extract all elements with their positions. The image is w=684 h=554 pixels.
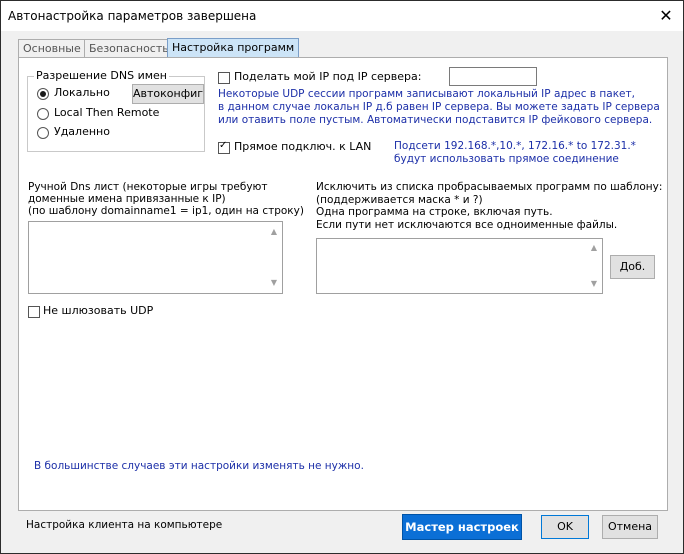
- radio-dns-local-label[interactable]: Локально: [54, 86, 110, 99]
- direct-lan-label[interactable]: Прямое подключ. к LAN: [234, 140, 371, 153]
- radio-dns-local[interactable]: [37, 88, 49, 100]
- dns-list-caption: Ручной Dns лист (некоторые игры требуют …: [28, 181, 304, 217]
- exclude-caption-line: (поддерживается маска * и ?): [316, 193, 483, 206]
- scroll-down-icon[interactable]: ▼: [588, 278, 600, 290]
- lan-note: Подсети 192.168.*,10.*, 172.16.* to 172.…: [394, 140, 636, 166]
- dns-list-textarea[interactable]: ▲ ▼: [28, 221, 283, 294]
- exclude-textarea[interactable]: ▲ ▼: [316, 238, 603, 294]
- autoconfig-button[interactable]: Автоконфиг: [132, 84, 204, 104]
- title-bar: Автонастройка параметров завершена ✕: [1, 1, 683, 31]
- settings-hint: В большинстве случаев эти настройки изме…: [34, 460, 364, 472]
- tab-security[interactable]: Безопасность: [84, 39, 174, 58]
- cancel-button[interactable]: Отмена: [602, 515, 658, 539]
- share-ip-description: Некоторые UDP сессии программ записывают…: [218, 88, 660, 127]
- no-udp-checkbox[interactable]: [28, 306, 40, 318]
- exclude-caption: Исключить из списка пробрасываемых прогр…: [316, 181, 662, 231]
- dns-list-caption-line: доменные имена привязанные к IP): [28, 193, 226, 205]
- dns-resolution-group: Разрешение DNS имен Локально Local Then …: [27, 69, 205, 152]
- radio-dns-local-then-remote[interactable]: [37, 108, 49, 120]
- setup-wizard-button[interactable]: Мастер настроек: [402, 514, 522, 540]
- dns-list-caption-line: (по шаблону domainname1 = ip1, один на с…: [28, 205, 304, 217]
- share-ip-label[interactable]: Поделать мой IP под IP сервера:: [234, 70, 421, 83]
- ok-button[interactable]: OK: [541, 515, 589, 539]
- lan-note-line: Подсети 192.168.*,10.*, 172.16.* to 172.…: [394, 140, 636, 152]
- window-title: Автонастройка параметров завершена: [8, 9, 257, 23]
- dns-group-title: Разрешение DNS имен: [34, 69, 169, 82]
- exclude-caption-line: Если пути нет исключаются все одноименны…: [316, 218, 618, 231]
- dns-list-caption-line: Ручной Dns лист (некоторые игры требуют: [28, 181, 268, 193]
- radio-dns-remote[interactable]: [37, 127, 49, 139]
- scroll-down-icon[interactable]: ▼: [268, 277, 280, 289]
- tab-general[interactable]: Основные: [18, 39, 86, 58]
- direct-lan-checkbox[interactable]: [218, 140, 230, 154]
- add-exclude-button[interactable]: Доб.: [610, 255, 655, 279]
- radio-dns-local-then-remote-label[interactable]: Local Then Remote: [54, 106, 159, 119]
- dialog-window: Автонастройка параметров завершена ✕ Осн…: [0, 0, 684, 554]
- tab-program-settings[interactable]: Настройка программ: [167, 38, 300, 58]
- client-setup-status: Настройка клиента на компьютере: [26, 519, 223, 531]
- share-ip-description-line: Некоторые UDP сессии программ записывают…: [218, 88, 635, 100]
- no-udp-label[interactable]: Не шлюзовать UDP: [43, 304, 153, 317]
- server-ip-input[interactable]: [449, 67, 537, 86]
- exclude-caption-line: Одна программа на строке, включая путь.: [316, 206, 553, 218]
- close-icon[interactable]: ✕: [649, 1, 683, 31]
- lan-note-line: будут использовать прямое соединение: [394, 153, 619, 165]
- exclude-caption-line: Исключить из списка пробрасываемых прогр…: [316, 181, 663, 193]
- scroll-up-icon[interactable]: ▲: [588, 242, 600, 254]
- share-ip-description-line: в данном случае локальн IP д.б равен IP …: [218, 101, 660, 113]
- share-ip-checkbox[interactable]: [218, 72, 230, 84]
- share-ip-description-line: или отавить поле пустым. Автоматически п…: [218, 114, 653, 126]
- scroll-up-icon[interactable]: ▲: [268, 226, 280, 238]
- tab-panel: Разрешение DNS имен Локально Local Then …: [18, 57, 668, 511]
- dialog-body: Основные Безопасность Настройка программ…: [1, 31, 683, 553]
- radio-dns-remote-label[interactable]: Удаленно: [54, 125, 110, 138]
